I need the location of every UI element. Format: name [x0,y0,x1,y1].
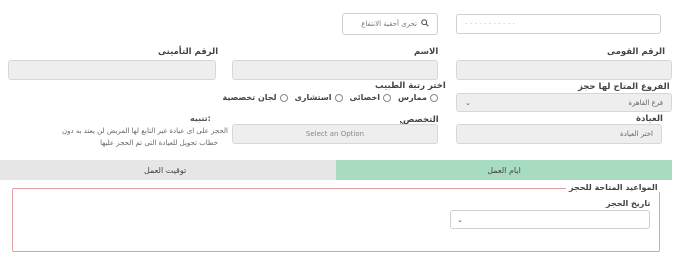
insurance-number-label: الرقم التأمينى [158,47,219,57]
radio-specialist-label: اخصائى [349,93,381,102]
radio-committees[interactable]: لجان تخصصية [223,93,288,102]
radio-committees-label: لجان تخصصية [222,93,277,102]
booking-date-select[interactable]: ⌄ [450,210,650,229]
eligibility-search-button[interactable]: تحرى أحقية الانتفاع [342,13,438,35]
specialty-select-placeholder: Select an Option [305,130,365,138]
radio-consultant[interactable]: استشارى [295,93,343,102]
clinic-select[interactable]: اختر العيادة [456,124,662,144]
doctor-rank-radio-group: ممارس اخصائى استشارى لجان تخصصية [198,93,438,102]
tab-work-time-label: توقيت العمل [144,165,187,175]
radio-practitioner-label: ممارس [398,93,427,102]
chevron-down-icon: ⌄ [457,215,463,224]
name-label: الاسم [414,47,439,57]
booking-date-label: تاريخ الحجز [606,199,651,208]
name-field[interactable] [232,60,438,80]
radio-committees-circle[interactable] [279,93,288,102]
national-id-top-input[interactable]: - - - - - - - - - - - [456,14,661,34]
national-id-field[interactable] [456,60,672,80]
tab-work-time[interactable]: توقيت العمل [0,160,336,180]
branch-select-value: فرع القاهرة [628,98,663,107]
eligibility-search-label: تحرى أحقية الانتفاع [361,20,417,28]
note-text-line2: خطاب تحويل للعيادة التى تم الحجز عليها [100,139,218,147]
specialty-select[interactable]: Select an Option [232,124,438,144]
national-id-top-value: - - - - - - - - - - - [465,20,516,28]
chevron-down-icon: ⌄ [465,98,471,107]
radio-practitioner-circle[interactable] [430,93,438,102]
tab-work-days-label: ايام العمل [487,165,521,175]
radio-practitioner[interactable]: ممارس [398,93,438,102]
clinic-select-value: اختر العيادة [620,130,653,138]
radio-specialist-circle[interactable] [383,93,392,102]
note-text-line1: الحجز على اى عيادة غير التابع لها المريض… [62,127,228,135]
note-title: تنبيه: [190,114,211,123]
national-id-label: الرقم القومى [607,47,665,57]
appointments-legend: المواعيد المتاحة للحجز [566,183,661,192]
radio-consultant-label: استشارى [294,93,332,102]
note-text: الحجز على اى عيادة غير التابع لها المريض… [62,125,228,149]
branch-select[interactable]: ⌄ فرع القاهرة [456,93,672,112]
clinic-label: العيادة [636,114,663,124]
doctor-rank-label: اختر رتبة الطبيب [375,81,446,91]
radio-consultant-circle[interactable] [334,93,343,102]
search-icon [421,19,429,29]
radio-specialist[interactable]: اخصائى [350,93,392,102]
insurance-number-field[interactable] [8,60,216,80]
tab-work-days[interactable]: ايام العمل [336,160,672,180]
branches-label: الفروع المتاح لها حجز [578,82,670,92]
